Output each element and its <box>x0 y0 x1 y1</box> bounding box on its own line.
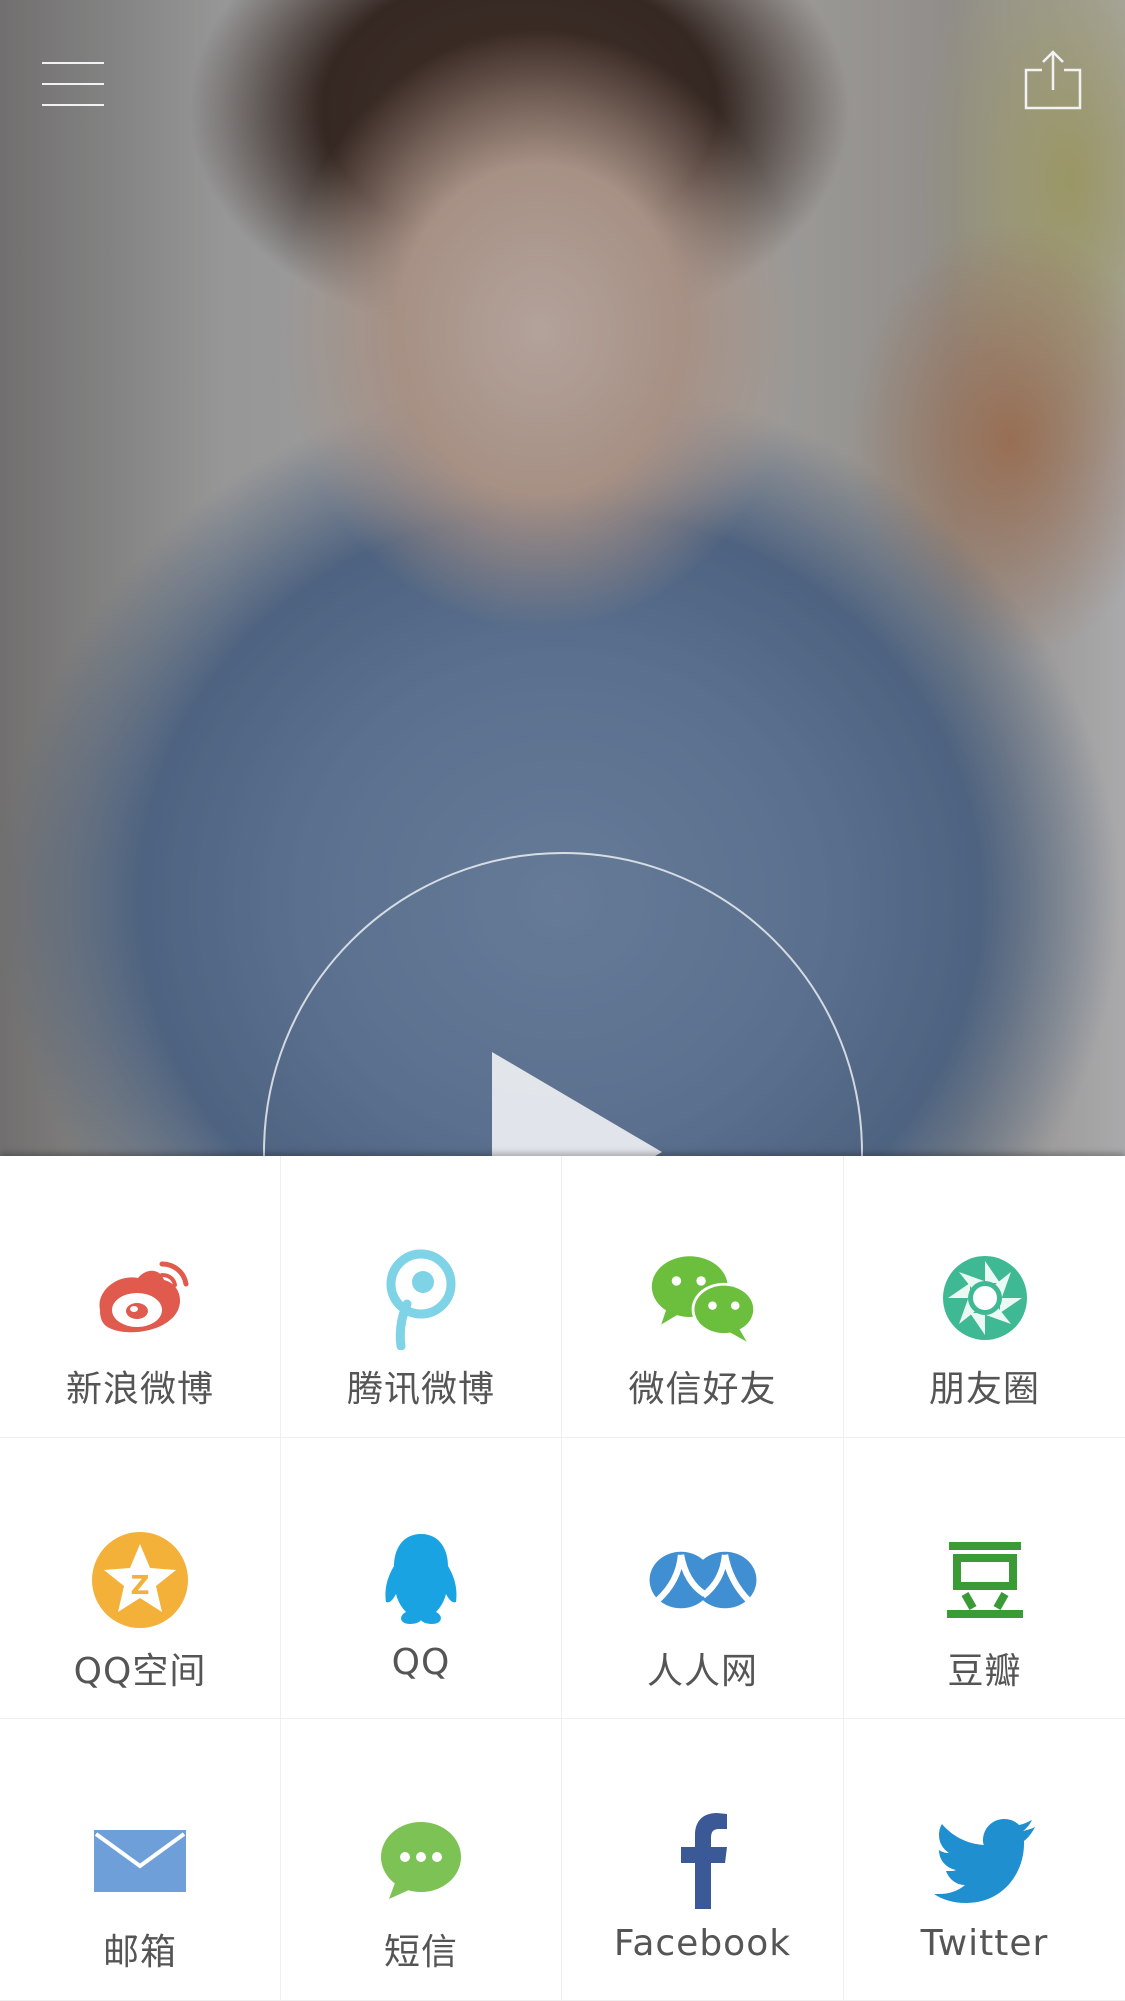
share-option-facebook[interactable]: Facebook <box>562 1719 844 2001</box>
wechat-icon <box>648 1248 758 1348</box>
share-option-wechat[interactable]: 微信好友 <box>562 1156 844 1438</box>
sina-weibo-icon <box>85 1248 195 1348</box>
share-option-label: 短信 <box>383 1932 458 1973</box>
share-sheet: 新浪微博 腾讯微博 微信好友 朋友圈 Z QQ空间 QQ 人人网 豆瓣 邮箱 短… <box>0 1156 1125 2001</box>
facebook-icon <box>648 1811 758 1911</box>
share-option-mail[interactable]: 邮箱 <box>0 1719 281 2001</box>
share-option-qq[interactable]: QQ <box>281 1438 562 1719</box>
tencent-weibo-icon <box>366 1248 476 1350</box>
svg-text:Z: Z <box>131 1571 150 1601</box>
share-option-label: 人人网 <box>646 1651 758 1692</box>
share-option-label: Twitter <box>920 1923 1049 1964</box>
qq-icon <box>366 1530 476 1630</box>
share-option-twitter[interactable]: Twitter <box>844 1719 1125 2001</box>
share-option-label: 朋友圈 <box>928 1369 1040 1410</box>
share-option-renren[interactable]: 人人网 <box>562 1438 844 1719</box>
video-player[interactable] <box>0 0 1125 1156</box>
hamburger-menu-icon[interactable] <box>42 60 104 108</box>
qzone-icon: Z <box>85 1530 195 1630</box>
share-option-label: QQ <box>391 1642 451 1683</box>
share-option-label: 邮箱 <box>102 1932 177 1973</box>
mail-icon <box>85 1811 195 1911</box>
moments-icon <box>930 1248 1040 1348</box>
share-option-sina-weibo[interactable]: 新浪微博 <box>0 1156 281 1438</box>
twitter-icon <box>930 1811 1040 1911</box>
renren-icon <box>648 1530 758 1630</box>
share-option-douban[interactable]: 豆瓣 <box>844 1438 1125 1719</box>
share-option-sms[interactable]: 短信 <box>281 1719 562 2001</box>
share-upload-icon[interactable] <box>1020 48 1086 114</box>
share-option-label: QQ空间 <box>73 1651 207 1692</box>
share-option-label: 豆瓣 <box>947 1651 1022 1692</box>
share-option-tencent-weibo[interactable]: 腾讯微博 <box>281 1156 562 1438</box>
play-icon[interactable] <box>492 1052 662 1156</box>
share-option-label: 微信好友 <box>628 1369 777 1410</box>
share-option-moments[interactable]: 朋友圈 <box>844 1156 1125 1438</box>
share-option-qzone[interactable]: Z QQ空间 <box>0 1438 281 1719</box>
sms-icon <box>366 1811 476 1911</box>
douban-icon <box>930 1530 1040 1630</box>
share-option-label: Facebook <box>613 1923 792 1964</box>
share-option-label: 新浪微博 <box>65 1369 214 1410</box>
share-grid: 新浪微博 腾讯微博 微信好友 朋友圈 Z QQ空间 QQ 人人网 豆瓣 邮箱 短… <box>0 1156 1125 2001</box>
share-option-label: 腾讯微博 <box>346 1369 495 1410</box>
